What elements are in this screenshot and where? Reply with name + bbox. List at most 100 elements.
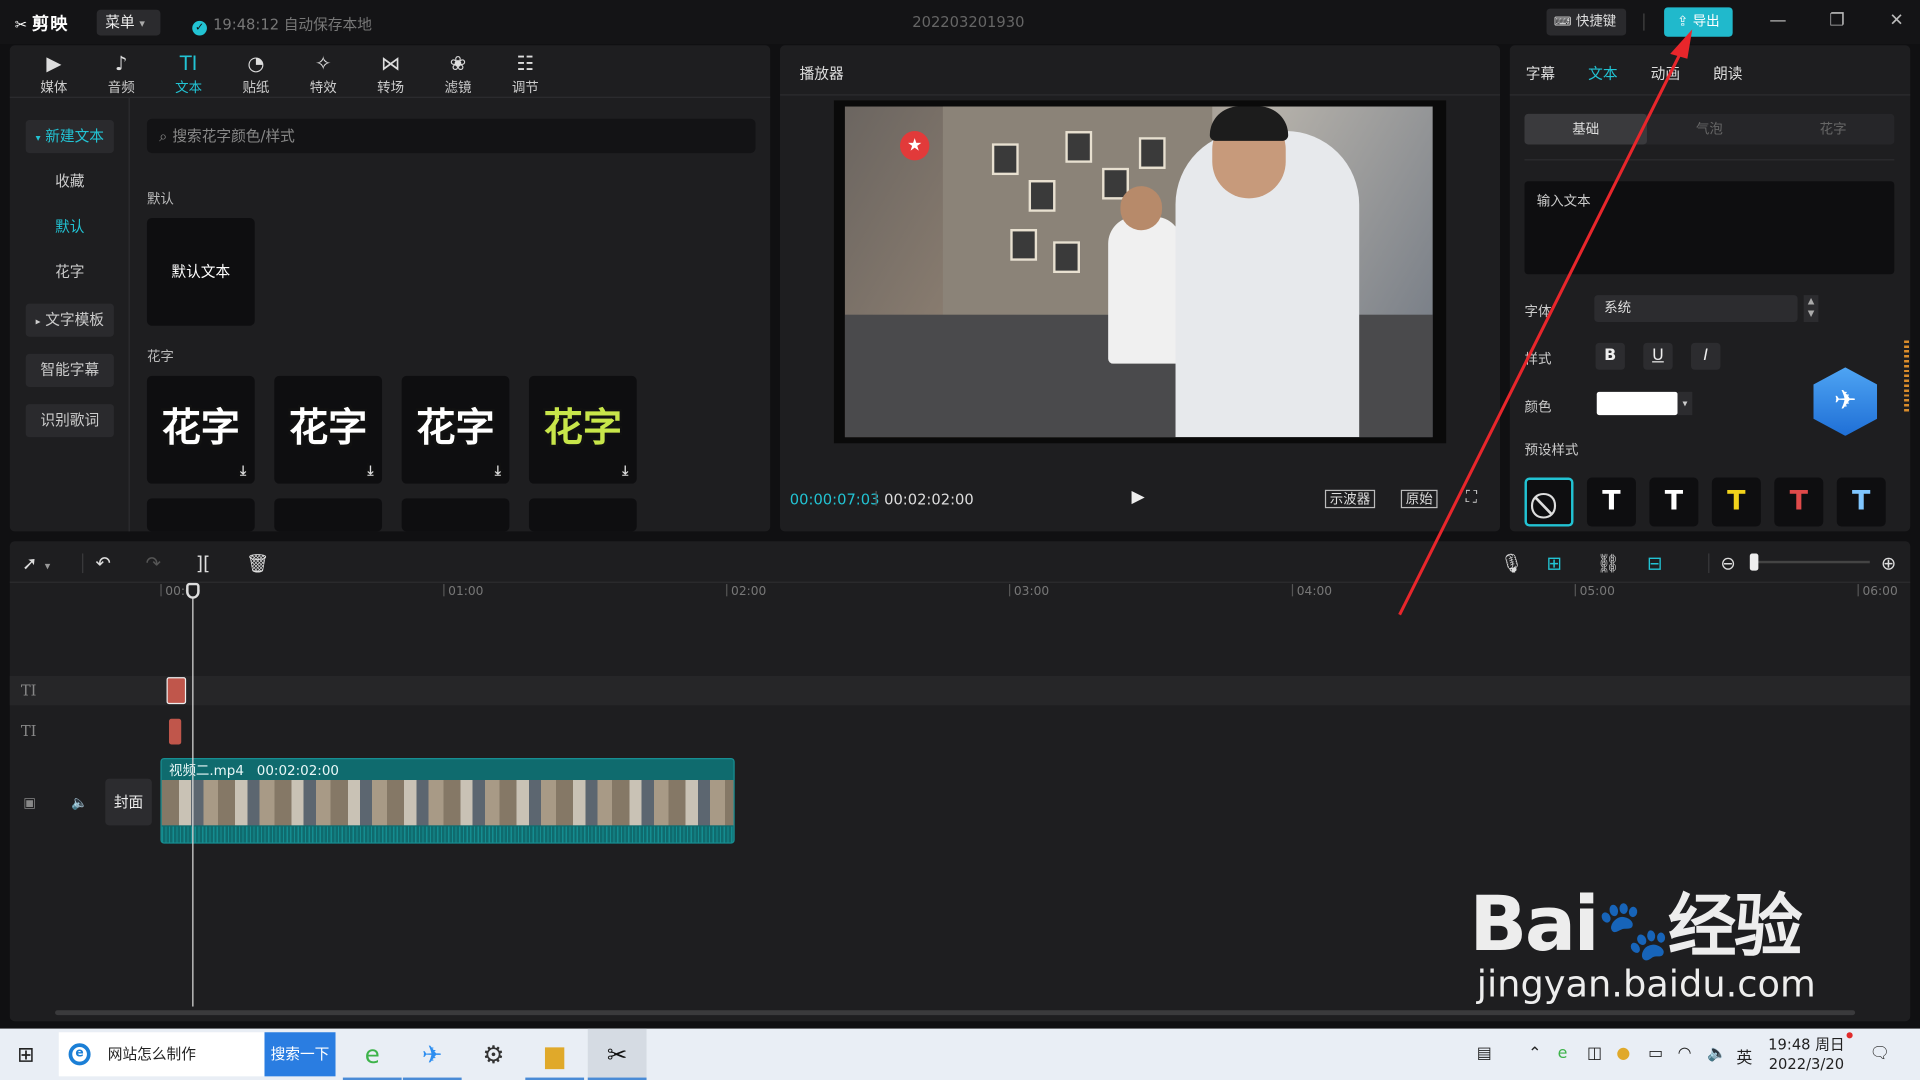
taskbar-search-button[interactable]: 搜索一下 bbox=[264, 1032, 336, 1077]
zoom-slider[interactable] bbox=[1753, 560, 1870, 564]
zoom-out-icon[interactable]: ⊖ bbox=[1720, 552, 1735, 574]
font-select[interactable]: 系统 bbox=[1594, 295, 1798, 323]
fancy-text-card[interactable] bbox=[528, 498, 637, 532]
text-clip[interactable] bbox=[168, 718, 182, 745]
link-icon[interactable]: ⛓ bbox=[1597, 552, 1620, 574]
segment-basic[interactable]: 基础 bbox=[1524, 113, 1647, 145]
playhead-handle[interactable] bbox=[186, 582, 200, 599]
play-icon[interactable]: ▶ bbox=[1131, 487, 1144, 507]
windows-start-icon[interactable]: ⊞ bbox=[17, 1043, 34, 1067]
timeline-scrollbar[interactable] bbox=[55, 1010, 1856, 1016]
fancy-text-card[interactable] bbox=[274, 498, 383, 532]
zoom-in-icon[interactable]: ⊕ bbox=[1881, 552, 1896, 574]
close-icon[interactable]: ✕ bbox=[1889, 11, 1903, 31]
ime-indicator[interactable]: 英 bbox=[1736, 1044, 1752, 1067]
download-icon[interactable]: ⤓ bbox=[495, 463, 501, 479]
sidebar-item-fancy[interactable]: 花字 bbox=[26, 256, 114, 289]
feishu-icon[interactable]: ✈ bbox=[402, 1029, 462, 1080]
search-input[interactable]: ⌕ 搜索花字颜色/样式 bbox=[146, 118, 756, 154]
tab-filter[interactable]: ❀ 滤镜 bbox=[429, 50, 488, 97]
sidebar-item-lyrics[interactable]: 识别歌词 bbox=[25, 404, 114, 438]
segment-bubble[interactable]: 气泡 bbox=[1648, 114, 1770, 145]
fancy-text-card[interactable] bbox=[401, 498, 510, 532]
tab-subtitle[interactable]: 字幕 bbox=[1526, 62, 1555, 83]
redo-icon[interactable]: ↷ bbox=[146, 552, 161, 574]
tab-sticker[interactable]: ◔ 贴纸 bbox=[227, 50, 286, 97]
zoom-slider-handle[interactable] bbox=[1749, 553, 1759, 571]
scope-button[interactable]: 示波器 bbox=[1324, 489, 1376, 509]
text-style-preset[interactable]: T bbox=[1586, 477, 1636, 527]
keyboard-layout-icon[interactable]: ▤ bbox=[1477, 1044, 1492, 1062]
italic-button[interactable]: I bbox=[1691, 342, 1721, 370]
tab-audio[interactable]: ♪ 音频 bbox=[92, 50, 151, 97]
tab-media[interactable]: ▶ 媒体 bbox=[24, 50, 83, 97]
menu-button[interactable]: 菜单 ▾ bbox=[96, 9, 161, 36]
text-style-preset[interactable]: T bbox=[1711, 477, 1761, 527]
tab-text[interactable]: 文本 bbox=[1588, 62, 1617, 83]
undo-icon[interactable]: ↶ bbox=[96, 552, 111, 574]
preview-axis-icon[interactable]: ⊟ bbox=[1647, 552, 1662, 574]
fancy-text-card[interactable]: 花字 ⤓ bbox=[528, 375, 637, 484]
text-style-preset[interactable]: T bbox=[1836, 477, 1886, 527]
video-preview[interactable]: ★ bbox=[833, 100, 1447, 444]
default-text-card[interactable]: 默认文本 bbox=[146, 217, 255, 326]
tab-animation[interactable]: 动画 bbox=[1651, 62, 1680, 83]
split-icon[interactable]: ][ bbox=[196, 552, 210, 574]
taskbar-search-input[interactable]: e 网站怎么制作 bbox=[58, 1032, 265, 1077]
fancy-text-card[interactable] bbox=[146, 498, 255, 532]
select-tool-icon[interactable]: ➚ ▾ bbox=[22, 552, 50, 574]
magnet-icon[interactable]: ⊞ bbox=[1547, 552, 1562, 574]
color-swatch[interactable] bbox=[1596, 391, 1678, 416]
fullscreen-icon[interactable]: ⛶ bbox=[1466, 489, 1477, 507]
text-style-preset[interactable]: T bbox=[1774, 477, 1824, 527]
battery-icon[interactable]: ▭ bbox=[1648, 1044, 1663, 1062]
tab-read-aloud[interactable]: 朗读 bbox=[1713, 62, 1742, 83]
fancy-text-card[interactable]: 花字 ⤓ bbox=[401, 375, 510, 484]
text-content-input[interactable]: 输入文本 bbox=[1524, 181, 1895, 275]
sidebar-item-auto-caption[interactable]: 智能字幕 bbox=[25, 353, 114, 387]
tray-app-icon[interactable]: ● bbox=[1616, 1044, 1630, 1062]
sidebar-item-default[interactable]: 默认 bbox=[26, 211, 114, 244]
chevron-down-icon[interactable]: ▾ bbox=[1677, 391, 1693, 416]
speaker-icon[interactable]: 🔈 bbox=[71, 795, 88, 811]
original-ratio-button[interactable]: 原始 bbox=[1400, 489, 1438, 509]
notification-icon[interactable]: 🗨 bbox=[1870, 1044, 1890, 1062]
download-icon[interactable]: ⤓ bbox=[240, 463, 246, 479]
sidebar-item-new-text[interactable]: ▾ 新建文本 bbox=[25, 120, 114, 154]
export-button[interactable]: ⇪ 导出 bbox=[1664, 7, 1733, 37]
shortcut-button[interactable]: ⌨ 快捷键 bbox=[1546, 8, 1627, 36]
tab-adjust[interactable]: ☷ 调节 bbox=[496, 50, 555, 97]
bold-button[interactable]: B bbox=[1595, 342, 1625, 370]
wifi-icon[interactable]: ◠ bbox=[1678, 1044, 1692, 1062]
text-style-preset[interactable]: T bbox=[1649, 477, 1699, 527]
minimize-icon[interactable]: — bbox=[1769, 11, 1786, 31]
download-icon[interactable]: ⤓ bbox=[368, 463, 374, 479]
fancy-text-card[interactable]: 花字 ⤓ bbox=[274, 375, 383, 484]
tray-app-icon[interactable]: ◫ bbox=[1587, 1044, 1602, 1062]
sidebar-item-text-template[interactable]: ▸ 文字模板 bbox=[25, 303, 114, 337]
download-icon[interactable]: ⤓ bbox=[622, 463, 628, 479]
browser-icon[interactable]: e bbox=[342, 1029, 402, 1080]
volume-icon[interactable]: 🔈 bbox=[1707, 1044, 1727, 1062]
settings-icon[interactable]: ⚙ bbox=[464, 1029, 523, 1080]
video-clip[interactable]: 视频二.mp4 00:02:02:00 bbox=[160, 757, 735, 844]
text-track[interactable] bbox=[9, 675, 1911, 706]
sidebar-item-favorites[interactable]: 收藏 bbox=[26, 165, 114, 198]
cover-button[interactable]: 封面 bbox=[105, 778, 152, 826]
microphone-icon[interactable]: 🎙 bbox=[1500, 552, 1523, 574]
playhead[interactable] bbox=[192, 584, 194, 1007]
no-style-preset-icon[interactable]: ⃠ bbox=[1524, 477, 1574, 527]
explorer-icon[interactable]: ▆ bbox=[525, 1029, 585, 1080]
scrollbar[interactable] bbox=[1904, 340, 1909, 414]
segment-fancy[interactable]: 花字 bbox=[1772, 114, 1894, 145]
capcut-icon[interactable]: ✂ bbox=[587, 1028, 647, 1080]
delete-icon[interactable]: 🗑 bbox=[246, 552, 269, 574]
underline-button[interactable]: U bbox=[1643, 342, 1673, 370]
tab-effects[interactable]: ✧ 特效 bbox=[294, 50, 353, 97]
tab-text[interactable]: TI 文本 bbox=[159, 50, 218, 97]
fancy-text-card[interactable]: 花字 ⤓ bbox=[146, 375, 255, 484]
chevron-up-icon[interactable]: ⌃ bbox=[1528, 1044, 1541, 1062]
tab-transition[interactable]: ⋈ 转场 bbox=[361, 50, 420, 97]
font-spinner[interactable]: ▲ ▼ bbox=[1803, 295, 1819, 323]
browser-tray-icon[interactable]: e bbox=[1558, 1044, 1568, 1062]
